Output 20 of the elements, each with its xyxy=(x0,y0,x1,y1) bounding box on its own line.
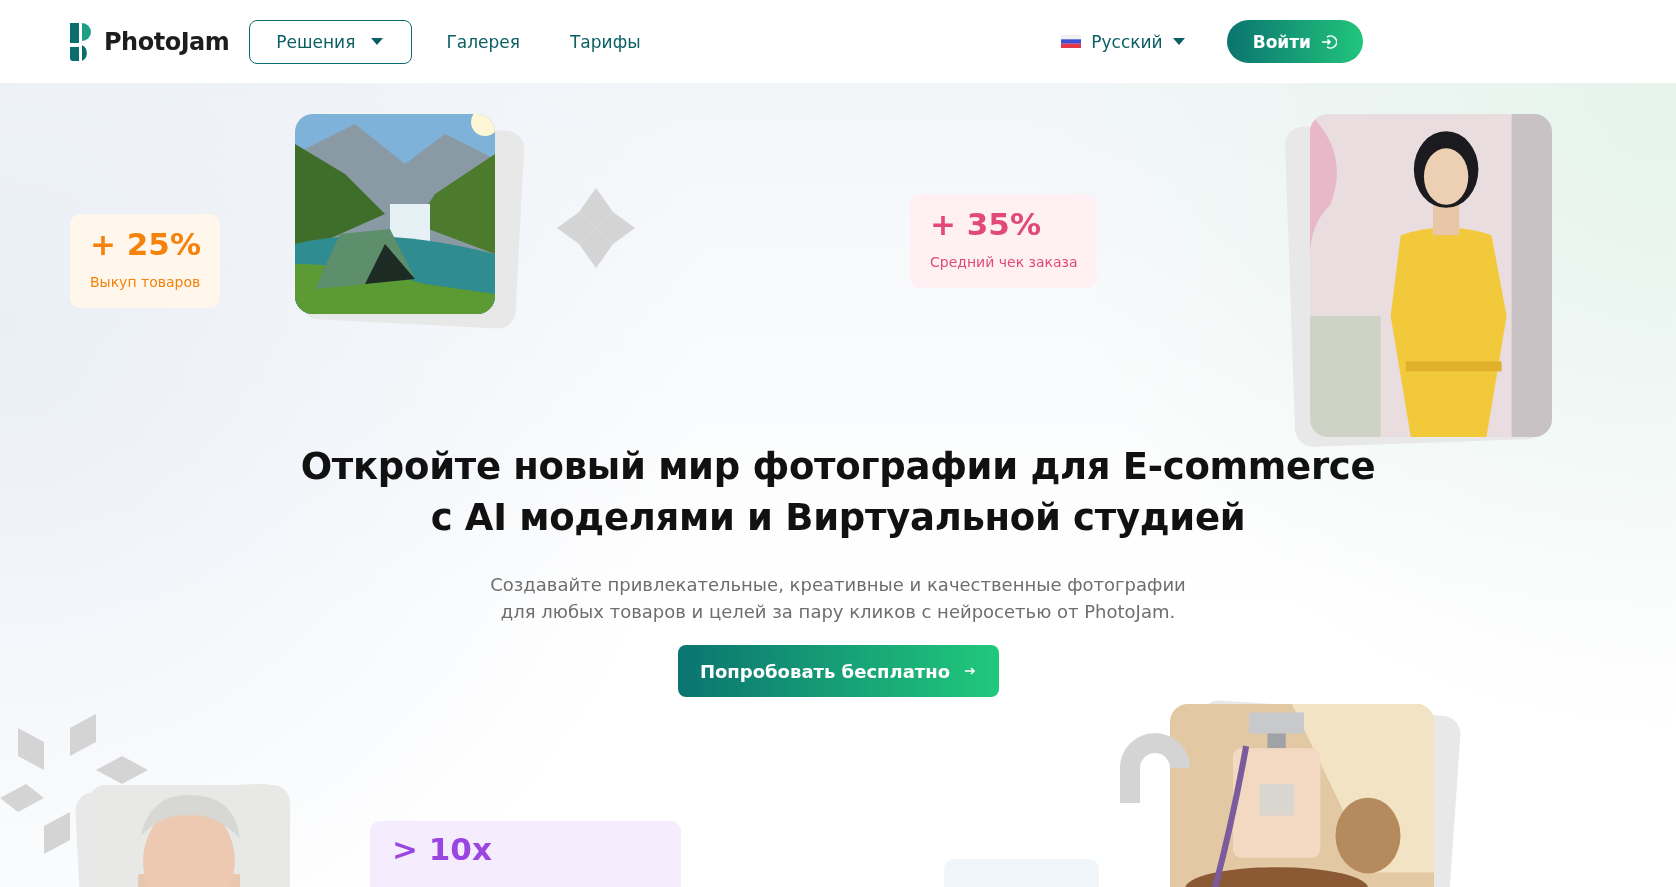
arrow-icon xyxy=(964,666,977,676)
nav-link[interactable]: Тарифы xyxy=(570,31,641,52)
caret-icon xyxy=(1172,37,1185,46)
stat-value: > 10x xyxy=(392,831,493,867)
logo-text: PhotoJam xyxy=(104,27,230,56)
solutions-dropdown[interactable]: Решения xyxy=(249,19,413,64)
login-icon xyxy=(1321,33,1337,50)
hero-subtitle: Создавайте привлекательные, креативные и качественные фотографии для любых товаров и целей за пару кликов с нейросетью от PhotoJam. xyxy=(490,573,1186,624)
stat-caption: Средний чек заказа xyxy=(930,254,1079,270)
stat-value: + 25% xyxy=(90,226,202,262)
flag-icon xyxy=(1061,35,1082,48)
language-selector[interactable]: Русский xyxy=(1055,30,1191,53)
hero-title: Откройте новый мир фотографии для E-commerce с AI моделями и Виртуальной студией xyxy=(300,444,1376,541)
try-free-button[interactable]: Попробовать бесплатно xyxy=(677,645,999,697)
stat-value: + 35% xyxy=(930,206,1042,242)
nav-link[interactable]: Галерея xyxy=(446,31,520,52)
stat-caption: Выкуп товаров xyxy=(90,274,202,290)
logo-icon xyxy=(70,22,92,61)
login-button[interactable]: Войти xyxy=(1226,20,1363,63)
caret-icon xyxy=(371,37,384,46)
